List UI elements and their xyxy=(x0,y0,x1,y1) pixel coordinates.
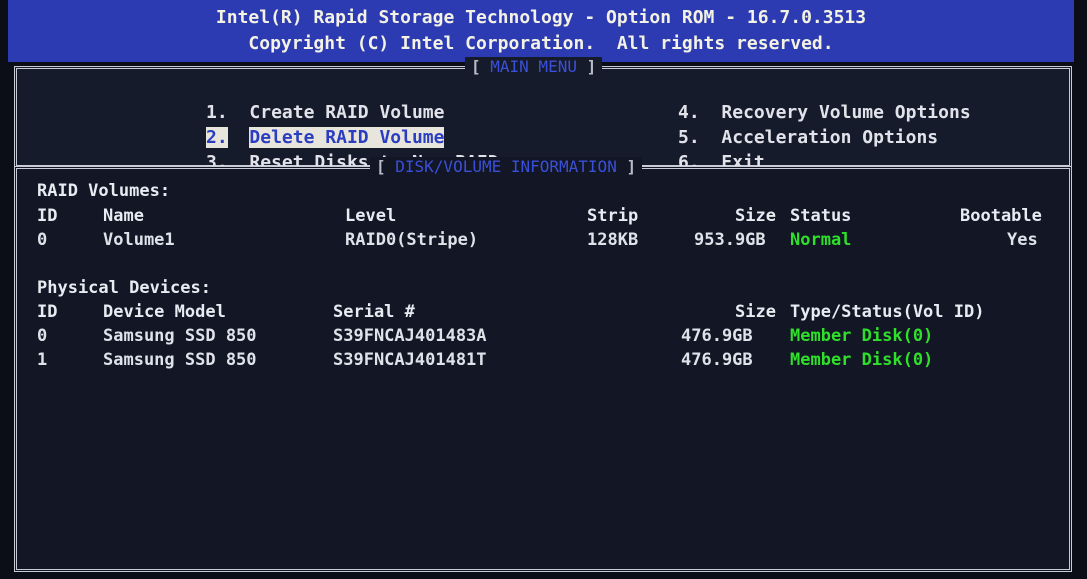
col-header-name: Name xyxy=(103,206,144,226)
device-model: Samsung SSD 850 xyxy=(103,326,257,346)
disk-volume-info-panel: [ DISK/VOLUME INFORMATION ] RAID Volumes… xyxy=(14,157,1072,572)
main-menu-panel: [ MAIN MENU ] 1. Create RAID Volume 2. D… xyxy=(14,57,1072,173)
device-id: 1 xyxy=(37,350,48,370)
col-header-id: ID xyxy=(37,206,58,226)
app-title: Intel(R) Rapid Storage Technology - Opti… xyxy=(215,7,867,28)
col-header-bootable: Bootable xyxy=(960,206,1042,226)
device-id: 0 xyxy=(37,326,48,346)
volume-level: RAID0(Stripe) xyxy=(345,230,479,250)
device-size: 476.9GB xyxy=(681,350,753,370)
col-header-device-id: ID xyxy=(37,302,58,322)
volume-size: 953.9GB xyxy=(694,230,766,250)
volume-id: 0 xyxy=(37,230,48,250)
col-header-status: Status xyxy=(790,206,852,226)
col-header-serial: Serial # xyxy=(333,302,415,322)
col-header-strip: Strip xyxy=(587,206,639,226)
device-model: Samsung SSD 850 xyxy=(103,350,257,370)
device-serial: S39FNCAJ401483A xyxy=(333,326,487,346)
col-header-level: Level xyxy=(345,206,397,226)
col-header-device-model: Device Model xyxy=(103,302,226,322)
physical-devices-heading: Physical Devices: xyxy=(37,278,211,298)
col-header-size: Size xyxy=(735,206,776,226)
col-header-type-status: Type/Status(Vol ID) xyxy=(790,302,985,322)
volume-name: Volume1 xyxy=(103,230,175,250)
device-type-status: Member Disk(0) xyxy=(790,326,934,346)
col-header-device-size: Size xyxy=(735,302,776,322)
device-size: 476.9GB xyxy=(681,326,753,346)
volume-status: Normal xyxy=(790,230,852,250)
volume-strip: 128KB xyxy=(587,230,639,250)
volume-bootable: Yes xyxy=(1007,230,1038,250)
copyright-text: Copyright (C) Intel Corporation. All rig… xyxy=(248,33,834,54)
bios-screen: Intel(R) Rapid Storage Technology - Opti… xyxy=(0,0,1087,579)
device-serial: S39FNCAJ401481T xyxy=(333,350,487,370)
main-menu-title: [ MAIN MENU ] xyxy=(465,57,603,76)
raid-volumes-heading: RAID Volumes: xyxy=(37,181,171,201)
device-type-status: Member Disk(0) xyxy=(790,350,934,370)
title-bar: Intel(R) Rapid Storage Technology - Opti… xyxy=(8,0,1074,62)
info-panel-title: [ DISK/VOLUME INFORMATION ] xyxy=(370,157,643,176)
